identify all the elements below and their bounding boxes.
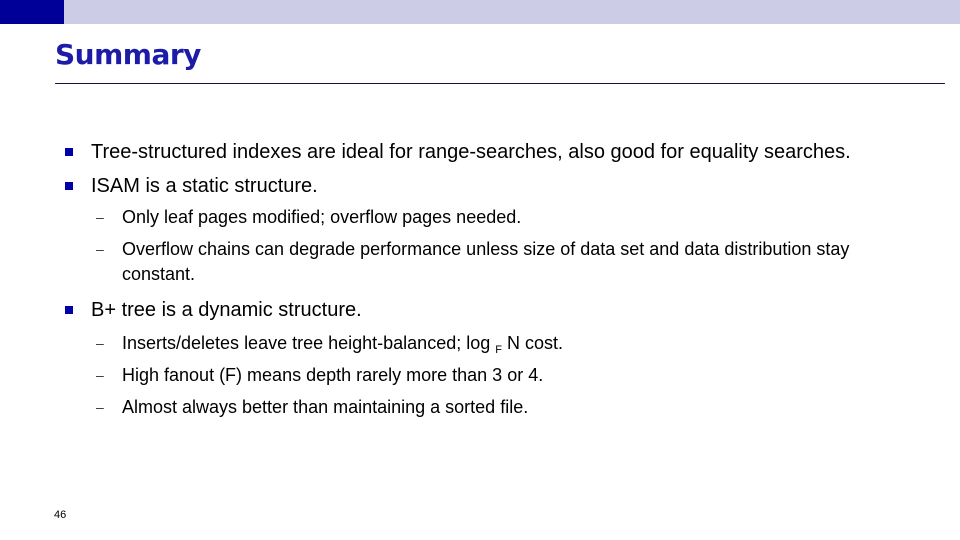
bullet-item: B+ tree is a dynamic structure. — [65, 298, 362, 322]
dash-bullet-icon: – — [96, 241, 104, 257]
dash-bullet-icon: – — [96, 209, 104, 225]
sub-bullet-text: Almost always better than maintaining a … — [122, 397, 529, 417]
slide-content: Tree-structured indexes are ideal for ra… — [0, 0, 960, 540]
sub-bullet-text-after: N cost. — [501, 333, 563, 353]
bullet-item: Tree-structured indexes are ideal for ra… — [65, 140, 851, 164]
page-number: 46 — [54, 509, 67, 521]
sub-bullet-text: Overflow chains can degrade performance … — [122, 239, 850, 284]
square-bullet-icon — [65, 182, 73, 190]
sub-bullet-item: – High fanout (F) means depth rarely mor… — [96, 363, 912, 388]
sub-bullet-item: – Only leaf pages modified; overflow pag… — [96, 205, 912, 230]
dash-bullet-icon: – — [96, 367, 104, 383]
sub-bullet-item: – Inserts/deletes leave tree height-bala… — [96, 331, 912, 363]
bullet-text: B+ tree is a dynamic structure. — [91, 299, 362, 321]
dash-bullet-icon: – — [96, 335, 104, 351]
square-bullet-icon — [65, 306, 73, 314]
dash-bullet-icon: – — [96, 399, 104, 415]
bullet-item: ISAM is a static structure. — [65, 174, 318, 198]
subscript-f: F — [495, 344, 502, 356]
sub-bullet-text: High fanout (F) means depth rarely more … — [122, 365, 544, 385]
square-bullet-icon — [65, 148, 73, 156]
bullet-text: ISAM is a static structure. — [91, 175, 318, 197]
bullet-text: Tree-structured indexes are ideal for ra… — [91, 141, 851, 163]
sub-bullet-item: – Almost always better than maintaining … — [96, 395, 912, 420]
sub-bullet-text: Only leaf pages modified; overflow pages… — [122, 207, 522, 227]
sub-bullet-text-before: Inserts/deletes leave tree height-balanc… — [122, 333, 496, 353]
sub-bullet-item: – Overflow chains can degrade performanc… — [96, 237, 902, 287]
